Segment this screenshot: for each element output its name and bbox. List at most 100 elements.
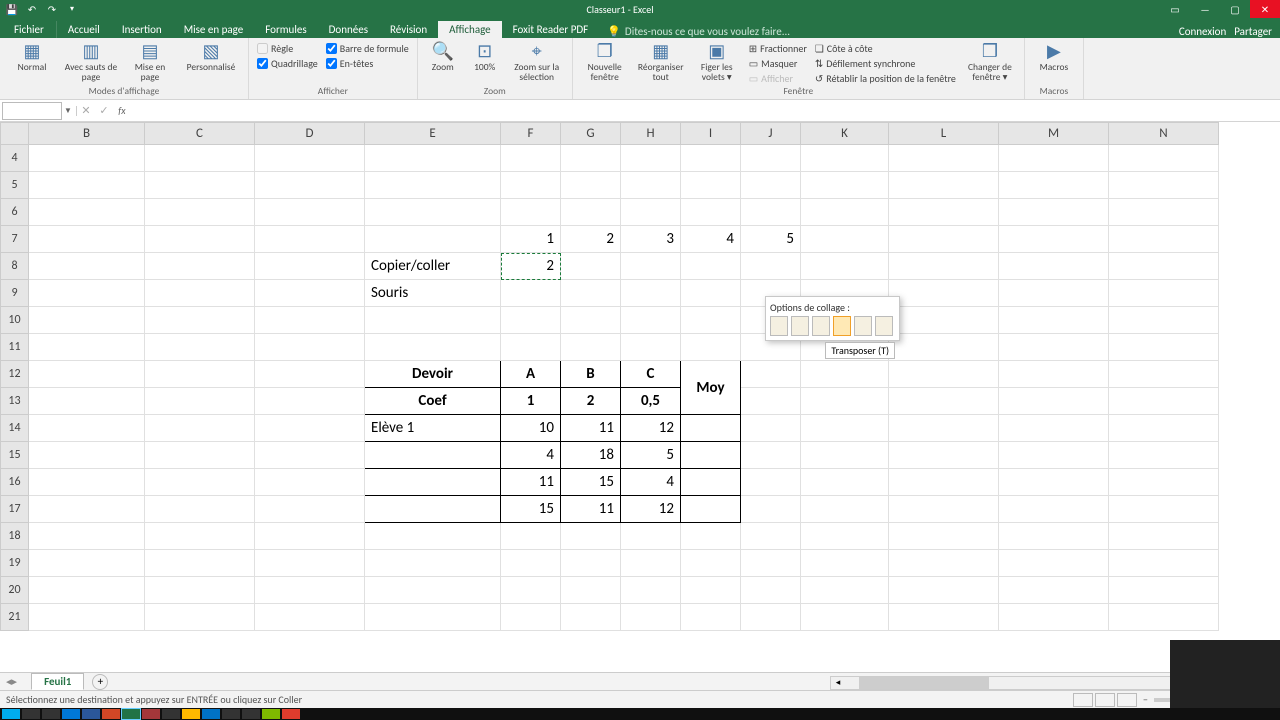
- cell-L6[interactable]: [889, 199, 999, 226]
- paste-formatting-icon[interactable]: [854, 316, 872, 336]
- redo-icon[interactable]: ↷: [44, 1, 60, 17]
- row-header-20[interactable]: 20: [1, 577, 29, 604]
- cell-B9[interactable]: [29, 280, 145, 307]
- cell-M5[interactable]: [999, 172, 1109, 199]
- cell-M9[interactable]: [999, 280, 1109, 307]
- page-layout-view-icon[interactable]: [1095, 693, 1115, 707]
- cell-D13[interactable]: [255, 388, 365, 415]
- cell-E6[interactable]: [365, 199, 501, 226]
- cell-B6[interactable]: [29, 199, 145, 226]
- cell-D12[interactable]: [255, 361, 365, 388]
- row-header-6[interactable]: 6: [1, 199, 29, 226]
- cell-I11[interactable]: [681, 334, 741, 361]
- cell-H12[interactable]: C: [621, 361, 681, 388]
- cell-L10[interactable]: [889, 307, 999, 334]
- cell-N12[interactable]: [1109, 361, 1219, 388]
- cell-H18[interactable]: [621, 523, 681, 550]
- sheet-nav-last-icon[interactable]: ▸: [12, 675, 18, 688]
- gridlines-check[interactable]: Quadrillage: [257, 57, 318, 70]
- cell-K15[interactable]: [801, 442, 889, 469]
- col-l[interactable]: L: [889, 123, 999, 145]
- cell-B19[interactable]: [29, 550, 145, 577]
- cell-L11[interactable]: [889, 334, 999, 361]
- cell-G15[interactable]: 18: [561, 442, 621, 469]
- cell-L18[interactable]: [889, 523, 999, 550]
- cell-C11[interactable]: [145, 334, 255, 361]
- col-e[interactable]: E: [365, 123, 501, 145]
- cell-M6[interactable]: [999, 199, 1109, 226]
- cell-J15[interactable]: [741, 442, 801, 469]
- row-header-4[interactable]: 4: [1, 145, 29, 172]
- cell-L15[interactable]: [889, 442, 999, 469]
- tab-formulas[interactable]: Formules: [254, 21, 317, 38]
- cell-K12[interactable]: [801, 361, 889, 388]
- cell-K7[interactable]: [801, 226, 889, 253]
- cell-H20[interactable]: [621, 577, 681, 604]
- zoom-minus-icon[interactable]: −: [1143, 693, 1148, 706]
- cell-I14[interactable]: [681, 415, 741, 442]
- cell-G8[interactable]: [561, 253, 621, 280]
- scroll-left-icon[interactable]: ◂: [831, 677, 845, 689]
- cell-K5[interactable]: [801, 172, 889, 199]
- search-icon[interactable]: [22, 709, 40, 719]
- zoom-selection-button[interactable]: ⌖Zoom sur la sélection: [510, 40, 564, 82]
- cell-B11[interactable]: [29, 334, 145, 361]
- tab-home[interactable]: Accueil: [57, 21, 111, 38]
- cell-B10[interactable]: [29, 307, 145, 334]
- cell-D18[interactable]: [255, 523, 365, 550]
- cell-M10[interactable]: [999, 307, 1109, 334]
- cancel-icon[interactable]: ✕: [77, 104, 95, 117]
- cell-J16[interactable]: [741, 469, 801, 496]
- cell-E8[interactable]: Copier/coller: [365, 253, 501, 280]
- col-d[interactable]: D: [255, 123, 365, 145]
- cell-K4[interactable]: [801, 145, 889, 172]
- cell-I15[interactable]: [681, 442, 741, 469]
- cell-J4[interactable]: [741, 145, 801, 172]
- task-icon-1[interactable]: [222, 709, 240, 719]
- cell-C15[interactable]: [145, 442, 255, 469]
- cell-G18[interactable]: [561, 523, 621, 550]
- cell-D11[interactable]: [255, 334, 365, 361]
- qat-customize-icon[interactable]: ▾: [64, 1, 80, 17]
- row-header-13[interactable]: 13: [1, 388, 29, 415]
- cell-I12[interactable]: Moy: [681, 361, 741, 415]
- cell-E17[interactable]: [365, 496, 501, 523]
- cell-I21[interactable]: [681, 604, 741, 631]
- cell-E19[interactable]: [365, 550, 501, 577]
- cell-E14[interactable]: Elève 1: [365, 415, 501, 442]
- cell-K14[interactable]: [801, 415, 889, 442]
- share-button[interactable]: Partager: [1234, 25, 1272, 38]
- cell-M11[interactable]: [999, 334, 1109, 361]
- col-f[interactable]: F: [501, 123, 561, 145]
- cell-I19[interactable]: [681, 550, 741, 577]
- cell-C12[interactable]: [145, 361, 255, 388]
- normal-view-button[interactable]: ▦Normal: [8, 40, 56, 72]
- cell-C21[interactable]: [145, 604, 255, 631]
- col-b[interactable]: B: [29, 123, 145, 145]
- cell-M20[interactable]: [999, 577, 1109, 604]
- cell-J7[interactable]: 5: [741, 226, 801, 253]
- cell-C13[interactable]: [145, 388, 255, 415]
- tab-layout[interactable]: Mise en page: [173, 21, 255, 38]
- cell-H15[interactable]: 5: [621, 442, 681, 469]
- cell-M13[interactable]: [999, 388, 1109, 415]
- row-header-9[interactable]: 9: [1, 280, 29, 307]
- cell-E7[interactable]: [365, 226, 501, 253]
- tab-view[interactable]: Affichage: [438, 21, 502, 38]
- cell-J21[interactable]: [741, 604, 801, 631]
- cell-C7[interactable]: [145, 226, 255, 253]
- row-header-21[interactable]: 21: [1, 604, 29, 631]
- cell-F13[interactable]: 1: [501, 388, 561, 415]
- cell-F11[interactable]: [501, 334, 561, 361]
- cell-B16[interactable]: [29, 469, 145, 496]
- cell-I7[interactable]: 4: [681, 226, 741, 253]
- cell-C10[interactable]: [145, 307, 255, 334]
- cell-H11[interactable]: [621, 334, 681, 361]
- cell-I18[interactable]: [681, 523, 741, 550]
- cell-E11[interactable]: [365, 334, 501, 361]
- explorer-icon[interactable]: [182, 709, 200, 719]
- cell-N19[interactable]: [1109, 550, 1219, 577]
- zoom-100-button[interactable]: ⊡100%: [468, 40, 502, 72]
- cell-E9[interactable]: Souris: [365, 280, 501, 307]
- cell-H16[interactable]: 4: [621, 469, 681, 496]
